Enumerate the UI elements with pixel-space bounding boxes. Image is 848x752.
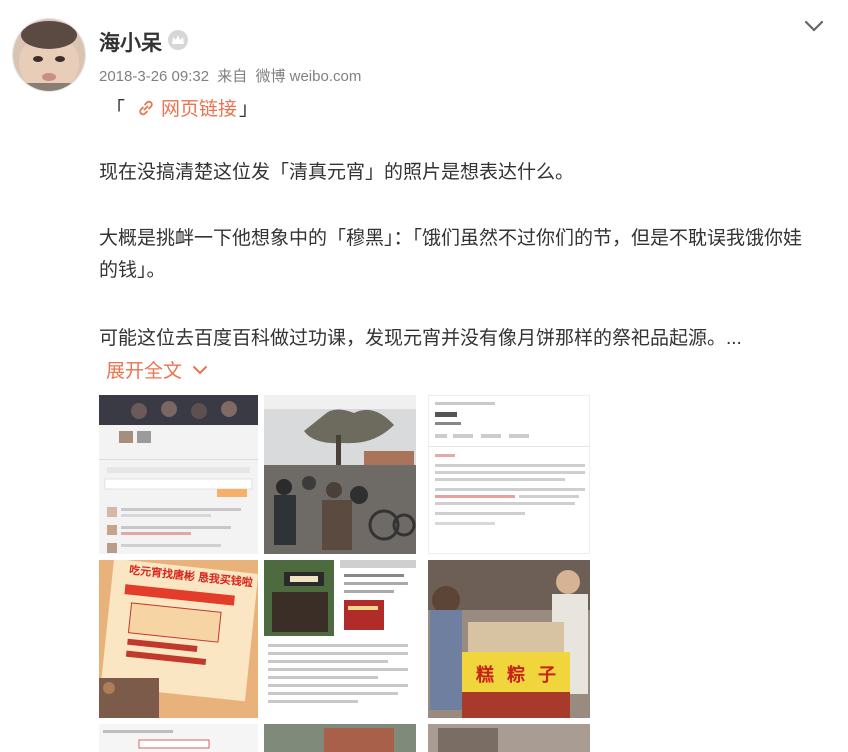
post-image-7[interactable] <box>99 724 258 752</box>
post-image-2[interactable] <box>264 395 416 554</box>
crown-icon[interactable] <box>167 29 189 51</box>
post-image-3[interactable] <box>428 395 590 554</box>
post-image-6[interactable]: 糕 粽 子 <box>428 560 590 718</box>
web-link[interactable]: 网页链接 <box>137 94 237 121</box>
post-paragraph-1: 现在没搞清楚这位发「清真元宵」的照片是想表达什么。 <box>99 162 575 183</box>
chevron-down-icon[interactable] <box>802 17 826 35</box>
bracket-close: 」 <box>239 99 259 120</box>
post-timestamp[interactable]: 2018-3-26 09:32 <box>99 68 209 85</box>
username[interactable]: 海小呆 <box>99 27 162 57</box>
post-meta: 2018-3-26 09:32 来自 微博 weibo.com <box>99 65 365 86</box>
expand-full-text-button[interactable]: 展开全文 <box>106 356 208 383</box>
web-link-label: 网页链接 <box>161 99 238 120</box>
post-paragraph-2: 大概是挑衅一下他想象中的「穆黑」：「饿们虽然不过你们的节，但是不耽误我饿你娃的钱… <box>99 228 803 281</box>
stall-sign: 糕 粽 子 <box>476 665 561 685</box>
post-image-8[interactable] <box>264 724 416 752</box>
post-source[interactable]: 微博 weibo.com <box>255 68 361 85</box>
post-image-1[interactable] <box>99 395 258 554</box>
source-prefix: 来自 <box>217 68 248 85</box>
link-icon <box>139 100 153 115</box>
post-image-5[interactable] <box>264 560 416 718</box>
post-paragraph-3: 可能这位去百度百科做过功课，发现元宵并没有像月饼那样的祭祀品起源。... <box>99 328 742 349</box>
post-image-9[interactable] <box>428 724 590 752</box>
avatar[interactable] <box>12 18 86 92</box>
post-image-4[interactable]: 吃元宵找唐彬 恳我买钱啦 <box>99 560 258 718</box>
avatar-image <box>13 19 85 91</box>
bracket-open: 「 <box>106 99 126 120</box>
expand-label: 展开全文 <box>106 361 183 382</box>
chevron-down-icon <box>193 365 208 374</box>
link-line: 「 网页链接 」 <box>106 94 258 121</box>
